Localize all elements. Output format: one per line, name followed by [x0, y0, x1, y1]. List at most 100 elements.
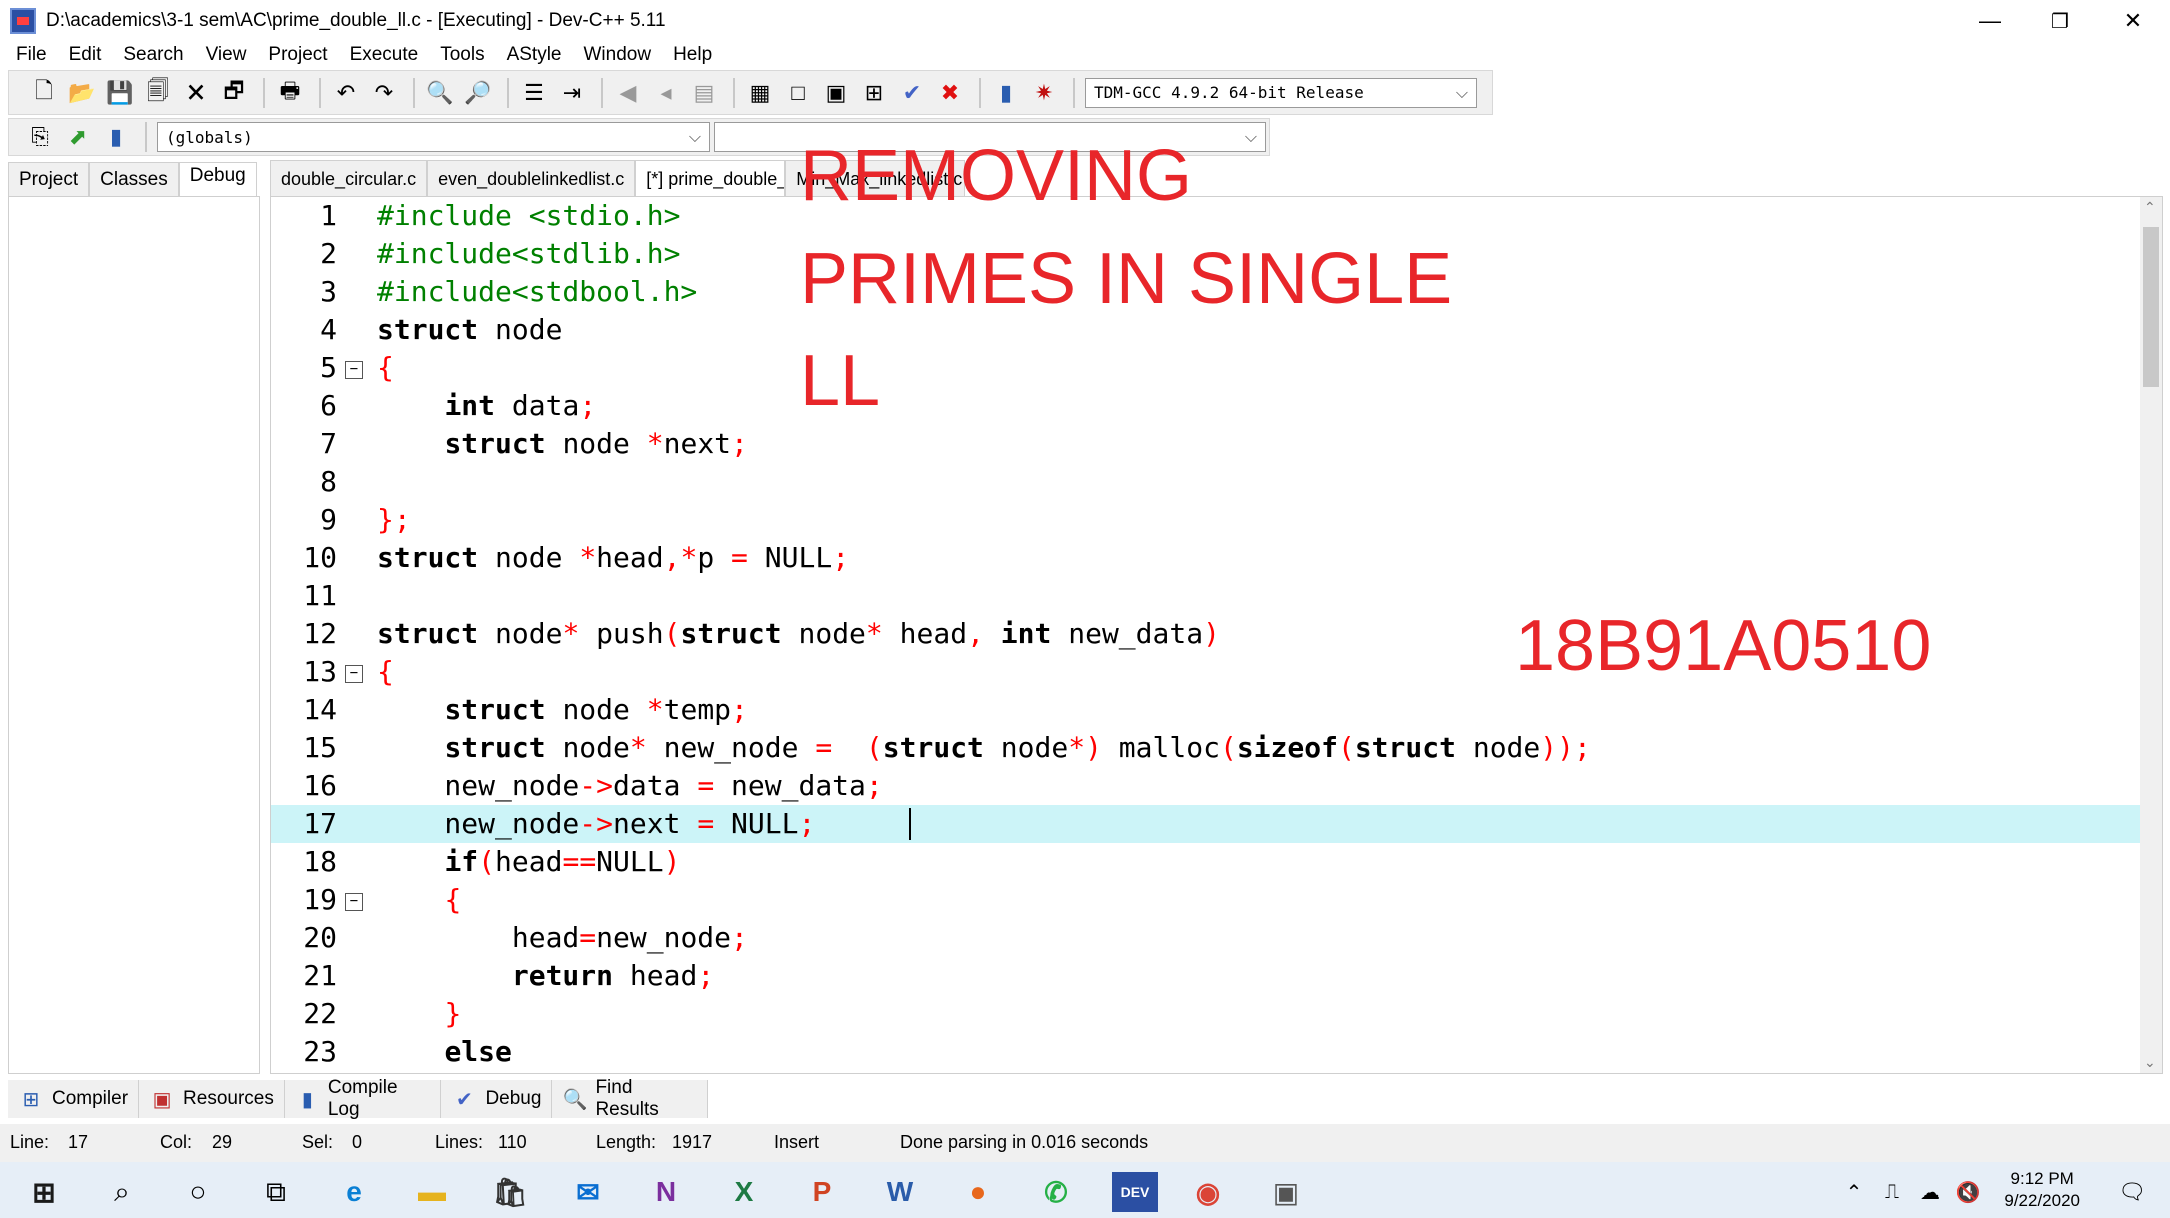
- menu-edit[interactable]: Edit: [69, 44, 102, 66]
- code-line[interactable]: 19− {: [271, 881, 2141, 919]
- tab-project[interactable]: Project: [8, 162, 90, 196]
- insert-class-icon[interactable]: ▣: [821, 78, 851, 108]
- vertical-scrollbar[interactable]: ⌃ ⌄: [2140, 197, 2162, 1073]
- menu-tools[interactable]: Tools: [440, 44, 484, 66]
- menu-window[interactable]: Window: [584, 44, 652, 66]
- menu-view[interactable]: View: [206, 44, 247, 66]
- store-icon[interactable]: 🛍: [490, 1172, 530, 1212]
- tab-double-circular[interactable]: double_circular.c: [270, 160, 428, 196]
- redo-icon[interactable]: ↷: [369, 78, 399, 108]
- mail-icon[interactable]: ✉: [568, 1172, 608, 1212]
- fullscreen-icon[interactable]: □: [783, 78, 813, 108]
- code-line[interactable]: 23 else: [271, 1033, 2141, 1071]
- profile-icon[interactable]: ▮: [991, 78, 1021, 108]
- tab-resources[interactable]: ▣ Resources: [139, 1080, 285, 1118]
- tab-compiler[interactable]: ⊞ Compiler: [8, 1080, 140, 1118]
- code-line[interactable]: 15 struct node* new_node = (struct node*…: [271, 729, 2141, 767]
- chevron-up-icon[interactable]: ⌃: [1834, 1172, 1874, 1212]
- powerpoint-icon[interactable]: P: [802, 1172, 842, 1212]
- goto-function-icon[interactable]: ⇥: [557, 78, 587, 108]
- menu-project[interactable]: Project: [268, 44, 327, 66]
- goto-declaration-icon[interactable]: ⬈: [63, 122, 93, 152]
- tab-even-doublelinkedlist[interactable]: even_doublelinkedlist.c: [427, 160, 636, 196]
- whatsapp-icon[interactable]: ✆: [1036, 1172, 1076, 1212]
- bookmark-icon[interactable]: ▮: [101, 122, 131, 152]
- onedrive-icon[interactable]: ☁: [1910, 1172, 1950, 1212]
- firefox-icon[interactable]: ●: [958, 1172, 998, 1212]
- code-line[interactable]: 14 struct node *temp;: [271, 691, 2141, 729]
- devcpp-taskbar-icon[interactable]: DEV: [1112, 1172, 1158, 1212]
- menu-astyle[interactable]: AStyle: [507, 44, 562, 66]
- toggle-comment-icon[interactable]: ▤: [689, 78, 719, 108]
- code-line[interactable]: 22 }: [271, 995, 2141, 1033]
- tab-debug[interactable]: Debug: [178, 162, 257, 196]
- minimize-button[interactable]: —: [1955, 0, 2025, 42]
- scroll-up-icon[interactable]: ⌃: [2144, 199, 2156, 216]
- code-line[interactable]: 18 if(head==NULL): [271, 843, 2141, 881]
- stop-icon[interactable]: ✖: [935, 78, 965, 108]
- close-button[interactable]: ✕: [2098, 0, 2168, 42]
- replace-icon[interactable]: 🔎: [463, 78, 493, 108]
- insert-icon[interactable]: ⎘: [25, 122, 55, 152]
- code-line[interactable]: 16 new_node->data = new_data;: [271, 767, 2141, 805]
- save-icon[interactable]: 💾: [105, 78, 135, 108]
- indent-icon[interactable]: ◀: [613, 78, 643, 108]
- check-syntax-icon[interactable]: ✔: [897, 78, 927, 108]
- tab-compile-log[interactable]: ▮ Compile Log: [285, 1077, 442, 1120]
- windows-start-icon[interactable]: ⊞: [24, 1172, 64, 1212]
- edge-icon[interactable]: e: [334, 1172, 374, 1212]
- unindent-icon[interactable]: ◂: [651, 78, 681, 108]
- code-line[interactable]: 10 struct node *head,*p = NULL;: [271, 539, 2141, 577]
- scroll-down-icon[interactable]: ⌄: [2144, 1054, 2156, 1071]
- undo-icon[interactable]: ↶: [331, 78, 361, 108]
- menu-help[interactable]: Help: [673, 44, 712, 66]
- close-all-icon[interactable]: 🗗: [219, 78, 249, 108]
- grid-icon[interactable]: ⊞: [859, 78, 889, 108]
- code-line[interactable]: 17 new_node->next = NULL;: [271, 805, 2141, 843]
- find-icon[interactable]: 🔍: [425, 78, 455, 108]
- notification-icon[interactable]: 🗨: [2112, 1172, 2152, 1212]
- excel-icon[interactable]: X: [724, 1172, 764, 1212]
- menu-execute[interactable]: Execute: [350, 44, 419, 66]
- fold-toggle-icon[interactable]: −: [345, 361, 363, 379]
- scrollbar-thumb[interactable]: [2143, 227, 2159, 387]
- tab-prime-double-ll[interactable]: [*] prime_double_ll.c: [635, 160, 786, 196]
- file-explorer-icon[interactable]: ▬: [412, 1172, 452, 1212]
- compiler-select[interactable]: TDM-GCC 4.9.2 64-bit Release ⌵: [1085, 77, 1477, 108]
- code-line[interactable]: 9};: [271, 501, 2141, 539]
- print-icon[interactable]: 🖶: [275, 78, 305, 108]
- code-line[interactable]: 21 return head;: [271, 957, 2141, 995]
- tab-debug-bottom[interactable]: ✔ Debug: [441, 1080, 553, 1118]
- taskbar-clock[interactable]: 9:12 PM 9/22/2020: [2004, 1168, 2080, 1212]
- new-file-icon[interactable]: 🗋: [29, 78, 59, 108]
- fold-toggle-icon[interactable]: −: [345, 665, 363, 683]
- save-all-icon[interactable]: 🗐: [143, 78, 173, 108]
- search-icon[interactable]: ⌕: [102, 1172, 142, 1212]
- console-icon[interactable]: ▣: [1266, 1172, 1306, 1212]
- network-icon[interactable]: ⎍: [1872, 1172, 1912, 1212]
- fold-toggle-icon[interactable]: −: [345, 893, 363, 911]
- scope-select[interactable]: (globals) ⌵: [157, 122, 710, 152]
- code-line[interactable]: 8: [271, 463, 2141, 501]
- new-project-icon[interactable]: ▦: [745, 78, 775, 108]
- tab-find-results[interactable]: 🔍 Find Results: [552, 1077, 708, 1120]
- chrome-icon[interactable]: ◉: [1188, 1172, 1228, 1212]
- goto-line-icon[interactable]: ☰: [519, 78, 549, 108]
- menu-search[interactable]: Search: [123, 44, 183, 66]
- word-icon[interactable]: W: [880, 1172, 920, 1212]
- tab-classes[interactable]: Classes: [89, 162, 179, 196]
- code-line[interactable]: 7 struct node *next;: [271, 425, 2141, 463]
- onenote-icon[interactable]: N: [646, 1172, 686, 1212]
- open-file-icon[interactable]: 📂: [67, 78, 97, 108]
- code-line[interactable]: 5−{: [271, 349, 2141, 387]
- delete-profile-icon[interactable]: ✷: [1029, 78, 1059, 108]
- menu-file[interactable]: File: [16, 44, 47, 66]
- cortana-icon[interactable]: ○: [178, 1172, 218, 1212]
- code-line[interactable]: 6 int data;: [271, 387, 2141, 425]
- volume-muted-icon[interactable]: 🔇: [1948, 1172, 1988, 1212]
- task-view-icon[interactable]: ⧉: [256, 1172, 296, 1212]
- code-line[interactable]: 1 #include <stdio.h>: [271, 197, 2141, 235]
- code-line[interactable]: 20 head=new_node;: [271, 919, 2141, 957]
- restore-button[interactable]: ❐: [2025, 0, 2095, 42]
- close-file-icon[interactable]: 🗙: [181, 78, 211, 108]
